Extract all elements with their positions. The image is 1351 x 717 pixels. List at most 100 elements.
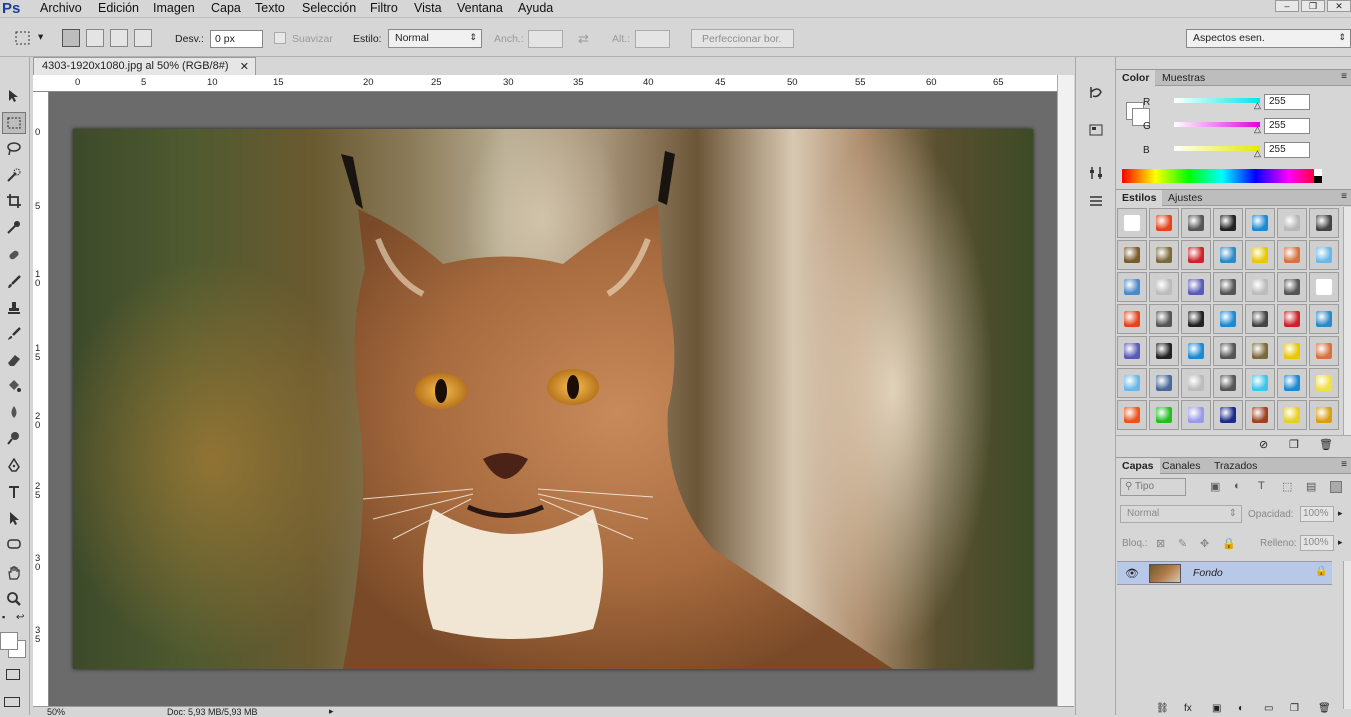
foreground-color-swatch[interactable] xyxy=(0,632,18,650)
style-swatch[interactable] xyxy=(1149,272,1179,302)
style-swatch[interactable] xyxy=(1117,272,1147,302)
new-style-icon[interactable]: ❐ xyxy=(1289,438,1299,451)
pixel-filter-icon[interactable]: ▣ xyxy=(1210,480,1220,493)
workspace-select[interactable]: Aspectos esen. ⇕ xyxy=(1186,29,1351,48)
color-spectrum-bw[interactable] xyxy=(1314,169,1322,183)
swap-colors-icon[interactable]: ↩ xyxy=(16,612,24,623)
style-swatch[interactable] xyxy=(1149,368,1179,398)
style-swatch[interactable] xyxy=(1309,208,1339,238)
style-swatch[interactable] xyxy=(1309,336,1339,366)
clear-style-icon[interactable]: ⊘ xyxy=(1259,438,1268,451)
style-swatch[interactable] xyxy=(1213,240,1243,270)
quick-mask-icon[interactable] xyxy=(6,669,20,680)
delete-style-icon[interactable]: 🗑 xyxy=(1319,438,1333,451)
channel-slider[interactable] xyxy=(1174,98,1260,103)
style-swatch[interactable] xyxy=(1277,400,1307,430)
minimize-icon[interactable]: – xyxy=(1275,0,1299,12)
close-document-icon[interactable]: ✕ xyxy=(240,60,249,73)
tab-capas[interactable]: Capas xyxy=(1116,458,1160,474)
panel-menu-icon[interactable]: ≡ xyxy=(1341,191,1347,202)
tab-canales[interactable]: Canales xyxy=(1156,458,1207,474)
screen-mode-icon[interactable] xyxy=(4,697,20,707)
close-window-icon[interactable]: ✕ xyxy=(1327,0,1351,12)
perfeccionar-button[interactable]: Perfeccionar bor. xyxy=(691,29,794,48)
menu-vista[interactable]: Vista xyxy=(414,1,442,15)
clone-stamp-icon[interactable] xyxy=(2,297,26,319)
properties-icon[interactable] xyxy=(1084,119,1108,141)
adjustments-icon[interactable] xyxy=(1084,162,1108,184)
quick-select-icon[interactable] xyxy=(2,164,26,186)
ruler-left[interactable]: 0 5 1 0 1 5 2 0 2 5 3 0 3 5 xyxy=(33,92,49,706)
type-filter-icon[interactable]: T xyxy=(1258,480,1265,492)
vertical-scrollbar[interactable] xyxy=(1057,75,1074,706)
style-swatch[interactable] xyxy=(1245,272,1275,302)
shape-filter-icon[interactable]: ⬚ xyxy=(1282,480,1292,493)
healing-brush-icon[interactable] xyxy=(2,244,26,266)
zoom-level[interactable]: 50% xyxy=(47,707,65,717)
history-brush-icon[interactable] xyxy=(2,323,26,345)
menu-edicion[interactable]: Edición xyxy=(98,1,139,15)
new-group-icon[interactable]: ▭ xyxy=(1264,703,1273,714)
adjustment-filter-icon[interactable]: ◐ xyxy=(1234,480,1241,492)
lock-pixels-icon[interactable]: ✎ xyxy=(1178,537,1187,550)
style-swatch[interactable] xyxy=(1117,400,1147,430)
tab-trazados[interactable]: Trazados xyxy=(1208,458,1263,474)
style-swatch[interactable] xyxy=(1245,368,1275,398)
default-colors-icon[interactable]: ▪ xyxy=(2,612,5,622)
style-swatch[interactable] xyxy=(1245,208,1275,238)
path-select-icon[interactable] xyxy=(2,507,26,529)
tab-ajustes[interactable]: Ajustes xyxy=(1162,190,1208,206)
slider-thumb-icon[interactable]: △ xyxy=(1254,148,1261,159)
style-swatch[interactable] xyxy=(1277,208,1307,238)
style-swatch[interactable] xyxy=(1181,368,1211,398)
panel-menu-icon[interactable]: ≡ xyxy=(1341,71,1347,82)
menu-texto[interactable]: Texto xyxy=(255,1,285,15)
preset-chevron-icon[interactable]: ▾ xyxy=(38,31,43,43)
opacity-arrow-icon[interactable]: ▸ xyxy=(1338,508,1343,519)
layers-scrollbar[interactable] xyxy=(1343,561,1351,709)
slider-thumb-icon[interactable]: △ xyxy=(1254,100,1261,111)
channel-slider[interactable] xyxy=(1174,146,1260,151)
style-swatch[interactable] xyxy=(1277,304,1307,334)
pen-icon[interactable] xyxy=(2,455,26,477)
filter-toggle[interactable] xyxy=(1330,481,1342,493)
menu-ayuda[interactable]: Ayuda xyxy=(518,1,553,15)
blur-icon[interactable] xyxy=(2,401,26,423)
lock-position-icon[interactable]: ✥ xyxy=(1200,537,1209,550)
blend-mode-select[interactable]: Normal ⇕ xyxy=(1120,505,1242,523)
color-spectrum[interactable] xyxy=(1122,169,1322,183)
eraser-icon[interactable] xyxy=(2,349,26,371)
ruler-top[interactable]: 0 5 10 15 20 25 30 35 40 45 50 55 60 65 xyxy=(33,75,1057,92)
style-swatch[interactable] xyxy=(1149,304,1179,334)
paragraph-icon[interactable] xyxy=(1084,190,1108,212)
new-selection-icon[interactable] xyxy=(62,29,80,47)
new-layer-icon[interactable]: ❐ xyxy=(1290,703,1299,714)
desv-input[interactable]: 0 px xyxy=(210,30,263,48)
style-swatch[interactable] xyxy=(1181,208,1211,238)
style-swatch[interactable] xyxy=(1245,240,1275,270)
style-swatch[interactable] xyxy=(1149,400,1179,430)
type-icon[interactable] xyxy=(2,481,26,503)
lasso-icon[interactable] xyxy=(2,138,26,160)
menu-ventana[interactable]: Ventana xyxy=(457,1,503,15)
menu-seleccion[interactable]: Selección xyxy=(302,1,356,15)
eyedropper-icon[interactable] xyxy=(2,216,26,238)
fill-input[interactable]: 100% xyxy=(1300,535,1334,551)
layer-fx-icon[interactable]: fx xyxy=(1184,703,1192,714)
style-swatch[interactable] xyxy=(1181,240,1211,270)
tab-muestras[interactable]: Muestras xyxy=(1156,70,1211,86)
style-swatch[interactable] xyxy=(1309,368,1339,398)
tab-estilos[interactable]: Estilos xyxy=(1116,190,1163,206)
style-swatch[interactable] xyxy=(1181,400,1211,430)
adjustment-layer-icon[interactable]: ◐ xyxy=(1238,703,1244,714)
style-swatch[interactable] xyxy=(1245,304,1275,334)
dodge-icon[interactable] xyxy=(2,427,26,449)
style-swatch[interactable] xyxy=(1149,208,1179,238)
estilo-select[interactable]: Normal ⇕ xyxy=(388,29,482,48)
menu-filtro[interactable]: Filtro xyxy=(370,1,398,15)
slider-thumb-icon[interactable]: △ xyxy=(1254,124,1261,135)
style-swatch[interactable] xyxy=(1117,208,1147,238)
lock-all-icon[interactable]: 🔒 xyxy=(1222,537,1236,550)
menu-imagen[interactable]: Imagen xyxy=(153,1,195,15)
style-swatch[interactable] xyxy=(1309,240,1339,270)
